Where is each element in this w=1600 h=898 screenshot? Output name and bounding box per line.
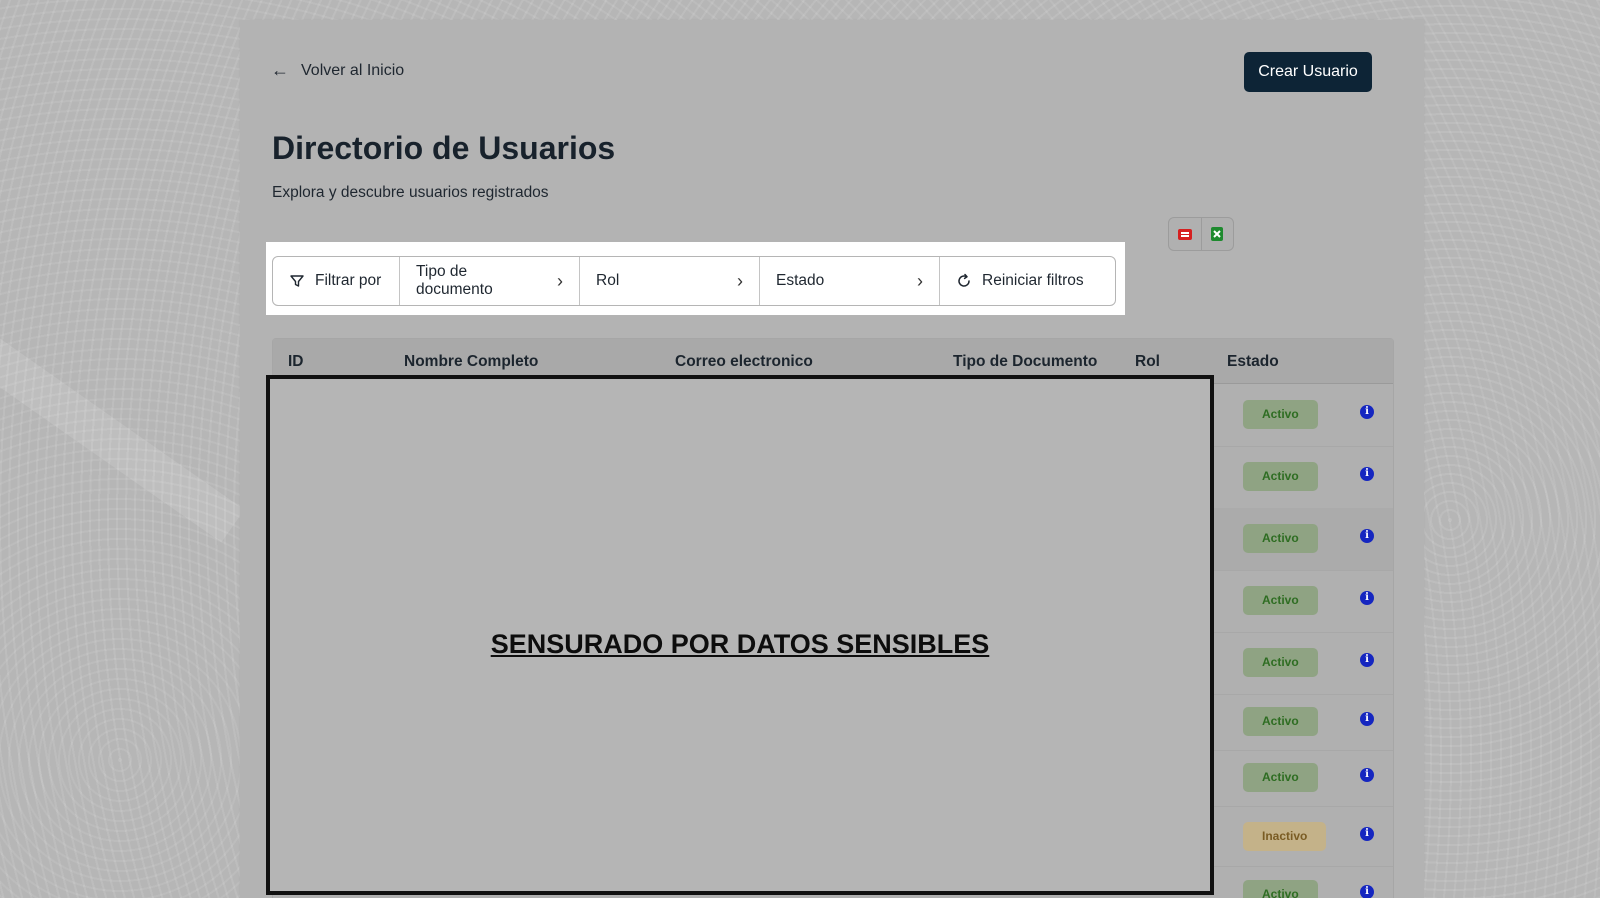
back-link-label: Volver al Inicio bbox=[301, 61, 405, 79]
column-header-id: ID bbox=[288, 353, 304, 370]
chevron-right-icon: › bbox=[557, 270, 563, 291]
column-header-full-name: Nombre Completo bbox=[404, 353, 539, 370]
status-badge: Activo bbox=[1243, 462, 1318, 491]
document-type-filter[interactable]: Tipo de documento › bbox=[399, 257, 579, 305]
filter-by-text: Filtrar por bbox=[315, 272, 382, 289]
reset-filters-label: Reiniciar filtros bbox=[982, 272, 1084, 289]
status-badge: Activo bbox=[1243, 524, 1318, 553]
chevron-right-icon: › bbox=[737, 270, 743, 291]
info-icon[interactable]: i bbox=[1360, 712, 1374, 726]
info-icon[interactable]: i bbox=[1360, 653, 1374, 667]
export-excel-button[interactable] bbox=[1200, 218, 1234, 250]
column-header-document-type: Tipo de Documento bbox=[953, 353, 1098, 370]
status-badge: Activo bbox=[1243, 763, 1318, 792]
filter-by-label: Filtrar por bbox=[273, 257, 399, 305]
arrow-left-icon: ← bbox=[271, 60, 289, 80]
refresh-icon bbox=[958, 273, 970, 287]
column-header-role: Rol bbox=[1135, 353, 1160, 370]
redaction-box: SENSURADO POR DATOS SENSIBLES bbox=[266, 375, 1214, 895]
pdf-file-icon bbox=[1177, 229, 1192, 240]
column-header-email: Correo electronico bbox=[675, 353, 813, 370]
status-filter[interactable]: Estado › bbox=[759, 257, 939, 305]
export-buttons bbox=[1168, 217, 1234, 251]
excel-file-icon bbox=[1211, 227, 1224, 241]
document-type-filter-label: Tipo de documento bbox=[416, 263, 493, 298]
filter-area: Filtrar por Tipo de documento › Rol › Es… bbox=[266, 242, 1125, 315]
filter-bar: Filtrar por Tipo de documento › Rol › Es… bbox=[272, 256, 1116, 306]
export-pdf-button[interactable] bbox=[1169, 218, 1201, 250]
chevron-right-icon: › bbox=[917, 270, 923, 291]
info-icon[interactable]: i bbox=[1360, 529, 1374, 543]
page-title: Directorio de Usuarios bbox=[272, 130, 616, 166]
role-filter-label: Rol bbox=[596, 272, 620, 289]
status-filter-label: Estado bbox=[776, 272, 825, 289]
back-to-home-link[interactable]: ← Volver al Inicio bbox=[271, 60, 404, 81]
redaction-label: SENSURADO POR DATOS SENSIBLES bbox=[490, 629, 990, 659]
funnel-icon bbox=[290, 275, 304, 287]
info-icon[interactable]: i bbox=[1360, 768, 1374, 782]
status-badge: Activo bbox=[1243, 400, 1318, 429]
column-header-status: Estado bbox=[1227, 353, 1279, 370]
info-icon[interactable]: i bbox=[1360, 591, 1374, 605]
page-subtitle: Explora y descubre usuarios registrados bbox=[272, 184, 549, 201]
status-badge: Activo bbox=[1243, 707, 1318, 736]
status-badge: Activo bbox=[1243, 880, 1318, 898]
info-icon[interactable]: i bbox=[1360, 405, 1374, 419]
info-icon[interactable]: i bbox=[1360, 885, 1374, 898]
status-badge: Inactivo bbox=[1243, 822, 1327, 851]
status-badge: Activo bbox=[1243, 586, 1318, 615]
reset-filters-button[interactable]: Reiniciar filtros bbox=[939, 257, 1115, 305]
create-user-button[interactable]: Crear Usuario bbox=[1244, 52, 1372, 92]
info-icon[interactable]: i bbox=[1360, 467, 1374, 481]
role-filter[interactable]: Rol › bbox=[579, 257, 759, 305]
status-badge: Activo bbox=[1243, 648, 1318, 677]
info-icon[interactable]: i bbox=[1360, 827, 1374, 841]
